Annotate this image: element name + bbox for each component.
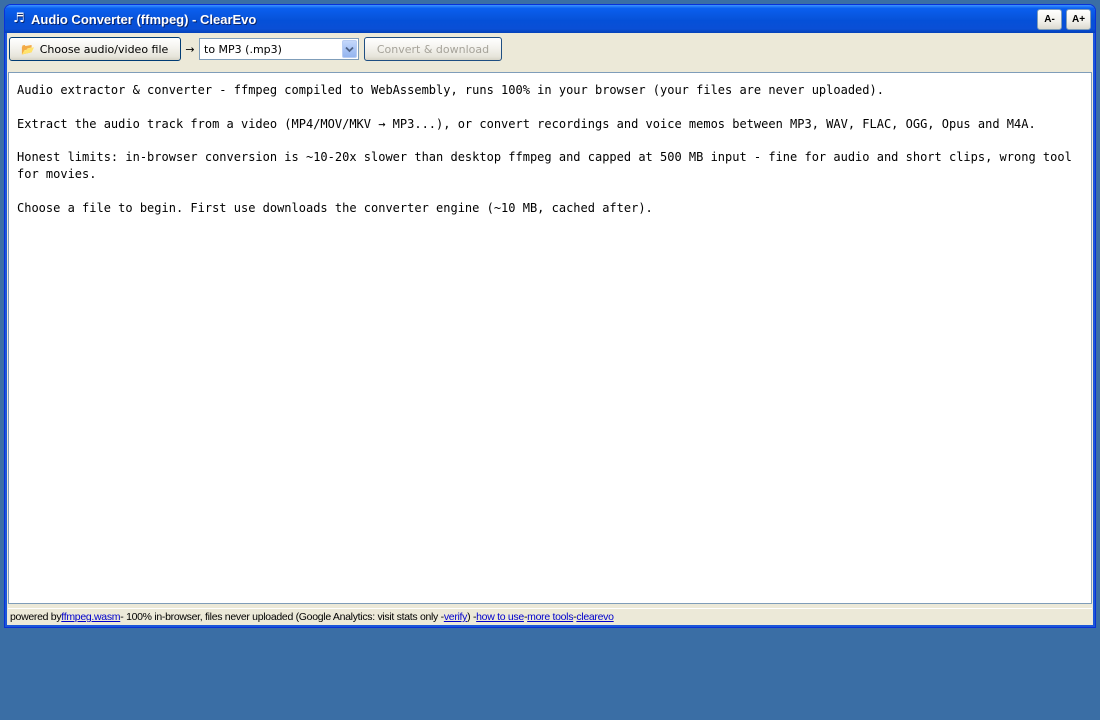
font-increase-button[interactable]: A+ bbox=[1066, 9, 1091, 30]
verify-link[interactable]: verify bbox=[444, 611, 468, 623]
more-tools-link[interactable]: more tools bbox=[527, 611, 573, 623]
status-message: Choose a file to begin. First use downlo… bbox=[17, 200, 653, 215]
convert-download-button[interactable]: Convert & download bbox=[364, 37, 502, 61]
choose-file-button[interactable]: 📂 Choose audio/video file bbox=[9, 37, 181, 61]
choose-file-label: Choose audio/video file bbox=[39, 42, 169, 56]
chevron-down-icon[interactable] bbox=[342, 40, 357, 58]
format-select-value: to MP3 (.mp3) bbox=[204, 42, 282, 56]
limits-paragraph: Honest limits: in-browser conversion is … bbox=[17, 150, 1072, 181]
ffmpeg-wasm-link[interactable]: ffmpeg.wasm bbox=[61, 611, 120, 623]
status-bar: powered by ffmpeg.wasm - 100% in-browser… bbox=[8, 608, 1092, 625]
how-to-use-link[interactable]: how to use bbox=[476, 611, 524, 623]
window-title: Audio Converter (ffmpeg) - ClearEvo bbox=[31, 11, 257, 27]
font-decrease-button[interactable]: A- bbox=[1037, 9, 1062, 30]
app-window: ♬ Audio Converter (ffmpeg) - ClearEvo A-… bbox=[4, 4, 1096, 628]
arrow-separator: → bbox=[185, 42, 195, 56]
intro-paragraph: Audio extractor & converter - ffmpeg com… bbox=[17, 83, 884, 97]
privacy-note: - 100% in-browser, files never uploaded … bbox=[120, 611, 444, 623]
music-note-icon: ♬ bbox=[13, 11, 25, 26]
clearevo-link[interactable]: clearevo bbox=[576, 611, 614, 623]
toolbar: 📂 Choose audio/video file → to MP3 (.mp3… bbox=[9, 36, 502, 62]
powered-by-text: powered by bbox=[10, 611, 62, 623]
separator-text: ) - bbox=[467, 611, 477, 623]
folder-icon: 📂 bbox=[21, 42, 35, 56]
font-size-controls: A- A+ bbox=[1037, 9, 1091, 30]
usage-paragraph: Extract the audio track from a video (MP… bbox=[17, 116, 1036, 131]
title-bar[interactable]: ♬ Audio Converter (ffmpeg) - ClearEvo A-… bbox=[5, 5, 1095, 33]
format-select[interactable]: to MP3 (.mp3) bbox=[199, 38, 359, 60]
info-panel: Audio extractor & converter - ffmpeg com… bbox=[8, 72, 1092, 604]
